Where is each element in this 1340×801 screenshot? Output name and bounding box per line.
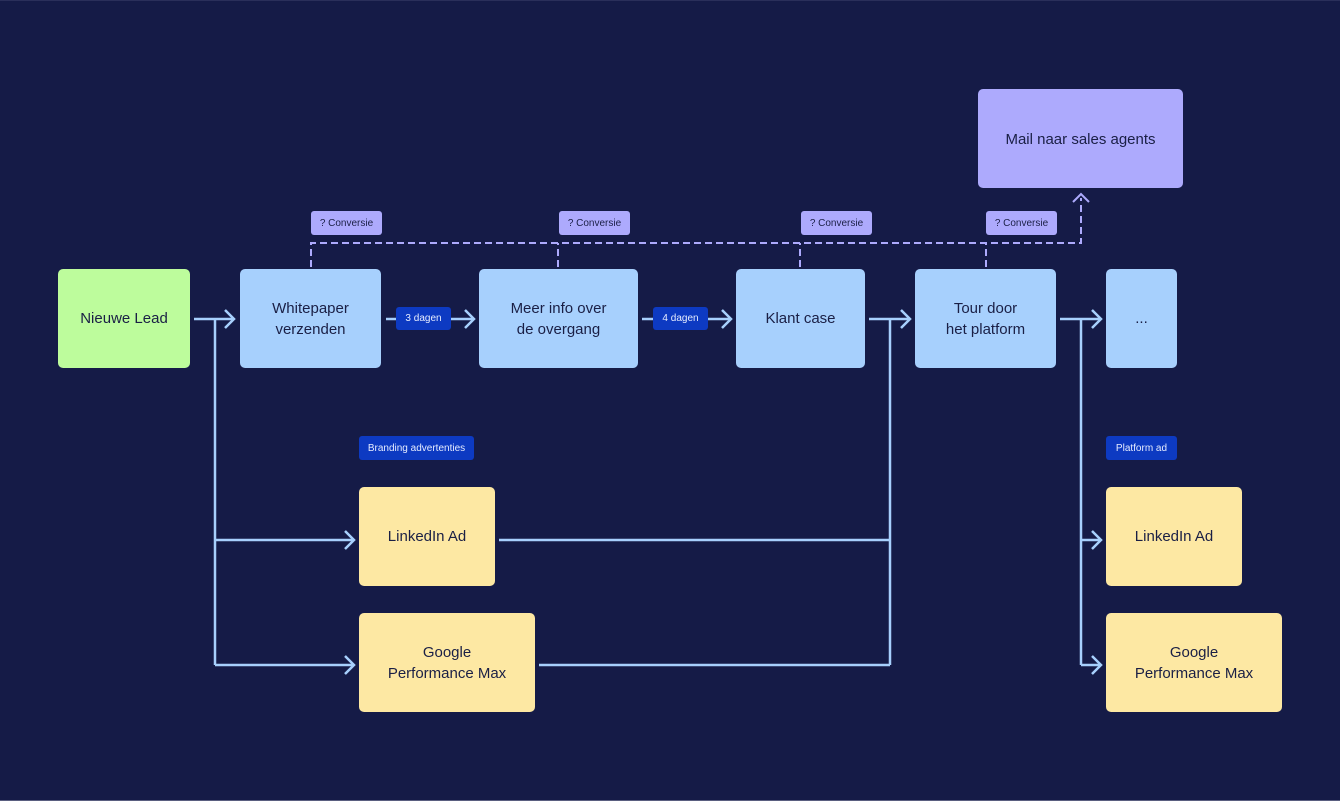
node-linkedin-ad-branding[interactable]: LinkedIn Ad — [359, 487, 495, 586]
tag-label: ? Conversie — [809, 217, 864, 229]
node-google-pmax-platform[interactable]: Google Performance Max — [1106, 613, 1282, 712]
tag-label: Branding advertenties — [367, 442, 466, 454]
conversion-line — [310, 198, 1082, 267]
node-tour-platform[interactable]: Tour door het platform — [915, 269, 1056, 368]
node-meer-info-overgang[interactable]: Meer info over de overgang — [479, 269, 638, 368]
conversion-tag: ? Conversie — [986, 211, 1057, 235]
node-label: Meer info over de overgang — [510, 299, 607, 338]
node-nieuwe-lead[interactable]: Nieuwe Lead — [58, 269, 190, 368]
node-mail-sales-agents[interactable]: Mail naar sales agents — [978, 89, 1183, 188]
conversion-tag: ? Conversie — [559, 211, 630, 235]
node-label: Klant case — [765, 310, 836, 327]
node-more[interactable]: ... — [1106, 269, 1177, 368]
group-label-platform: Platform ad — [1106, 436, 1177, 460]
node-klant-case[interactable]: Klant case — [736, 269, 865, 368]
tag-label: 4 dagen — [662, 313, 699, 324]
tag-label: ? Conversie — [319, 217, 374, 229]
tag-label: Platform ad — [1115, 442, 1168, 454]
conversion-tag: ? Conversie — [801, 211, 872, 235]
tag-label: ? Conversie — [994, 217, 1049, 229]
tag-label: ? Conversie — [567, 217, 622, 229]
node-label: Google Performance Max — [387, 643, 507, 682]
node-label: ... — [1135, 310, 1148, 327]
node-linkedin-ad-platform[interactable]: LinkedIn Ad — [1106, 487, 1242, 586]
node-label: Tour door het platform — [945, 299, 1026, 338]
node-label: LinkedIn Ad — [1134, 528, 1214, 545]
node-whitepaper-verzenden[interactable]: Whitepaper verzenden — [240, 269, 381, 368]
tag-label: 3 dagen — [405, 313, 442, 324]
node-google-pmax-branding[interactable]: Google Performance Max — [359, 613, 535, 712]
delay-tag: 4 dagen — [653, 307, 708, 330]
node-label: Mail naar sales agents — [1005, 131, 1156, 148]
delay-tag: 3 dagen — [396, 307, 451, 330]
node-label: Nieuwe Lead — [80, 310, 168, 327]
node-label: Google Performance Max — [1134, 643, 1254, 682]
node-label: Whitepaper verzenden — [272, 299, 349, 338]
group-label-branding: Branding advertenties — [359, 436, 474, 460]
conversion-tag: ? Conversie — [311, 211, 382, 235]
node-label: LinkedIn Ad — [387, 528, 467, 545]
